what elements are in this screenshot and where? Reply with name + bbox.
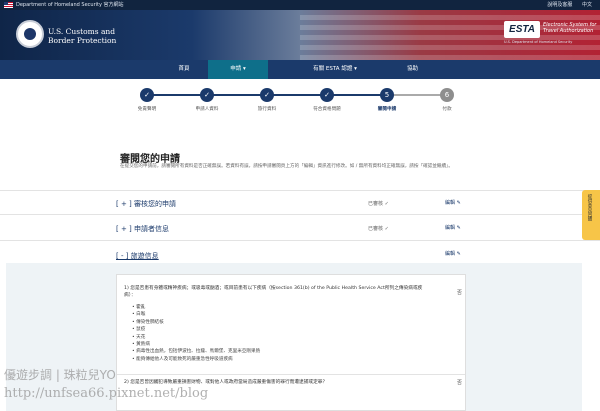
section-review-status: 已審核 ✓ — [368, 201, 389, 207]
step-6: 6 — [440, 88, 454, 102]
nav-home[interactable]: 首頁 — [160, 60, 208, 79]
step-2-label: 申請人資料 — [195, 107, 219, 112]
answer-1: 否 — [457, 290, 463, 296]
step-6-label: 付款 — [442, 107, 452, 112]
question-1: 1) 您是否患有身體或精神疾病；或吸毒或酗酒；或目前患有以下疾病（按sectio… — [124, 286, 423, 298]
main-nav: 首頁 申請 ▾ 有關 ESTA 認證 ▾ 協助 — [0, 60, 600, 79]
edit-travel-button[interactable]: 編輯 ✎ — [445, 250, 461, 257]
section-applicant-status: 已審核 ✓ — [368, 226, 389, 232]
divider — [0, 240, 600, 241]
agency-line2: Border Protection — [48, 36, 117, 45]
flag-stripes — [300, 10, 600, 60]
agency-line1: U.S. Customs and — [48, 27, 116, 36]
watermark-title: 優遊步調 | 珠粒兒YO — [4, 368, 116, 382]
top-links: 說明及客服 中文 — [539, 1, 592, 8]
step-5-label: 審閱申請 — [377, 107, 397, 112]
esta-logo[interactable]: ESTA — [504, 21, 540, 38]
dhs-seal-icon — [16, 20, 44, 48]
esta-sub-line2: Travel Authorization — [543, 28, 594, 34]
feedback-tab-label: 提供意見回饋 — [587, 194, 592, 221]
step-4: ✓ — [320, 88, 334, 102]
nav-apply[interactable]: 申請 ▾ — [208, 60, 268, 79]
nav-help[interactable]: 協助 — [390, 60, 435, 79]
progress-line-todo — [387, 94, 447, 96]
step-5: 5 — [380, 88, 394, 102]
gov-banner-text: Department of Homeland Security 官方網站 — [16, 2, 124, 8]
watermark-url: http://unfsea66.pixnet.net/blog — [4, 386, 209, 401]
feedback-tab[interactable]: 提供意見回饋 — [582, 190, 600, 240]
intro-text: 在提交您的申請前，請審閱所有資料是否正確無誤。若資料有誤，請按申請審閱頁上方的「… — [120, 164, 453, 169]
disease-list: 霍亂 白喉 傳染性肺結核 鼠疫 天花 黃熱病 病毒性出血熱，包括伊波拉、拉薩、馬… — [132, 304, 260, 363]
step-2: ✓ — [200, 88, 214, 102]
divider — [0, 190, 600, 191]
list-item: 霍亂 — [132, 304, 260, 311]
list-item: 天花 — [132, 334, 260, 341]
edit-applicant-button[interactable]: 編輯 ✎ — [445, 224, 461, 231]
us-flag-icon — [4, 2, 13, 8]
section-review-application[interactable]: [ + ] 審核您的申請 — [116, 199, 176, 209]
list-item: 病毒性出血熱，包括伊波拉、拉薩、馬爾堡、克里米亞剛果熱 — [132, 348, 260, 355]
list-item: 白喉 — [132, 311, 260, 318]
section-applicant-info[interactable]: [ + ] 申請者信息 — [116, 224, 169, 234]
language-link[interactable]: 中文 — [582, 2, 592, 8]
step-1: ✓ — [140, 88, 154, 102]
nav-about-esta[interactable]: 有關 ESTA 認證 ▾ — [285, 60, 385, 79]
step-3: ✓ — [260, 88, 274, 102]
question-2: 2) 您是否曾因觸犯導致嚴重損害財物、或對他人或政府當局造成嚴重傷害的罪行而遭逮… — [124, 380, 328, 385]
esta-subtitle: Electronic System for Travel Authorizati… — [543, 22, 596, 34]
step-3-label: 旅行資料 — [257, 107, 277, 112]
list-item: 鼠疫 — [132, 326, 260, 333]
list-item: 黃熱病 — [132, 341, 260, 348]
section-travel-info[interactable]: [ - ] 旅遊信息 — [116, 251, 159, 261]
help-link[interactable]: 說明及客服 — [547, 2, 572, 8]
gov-banner: Department of Homeland Security 官方網站 說明及… — [0, 0, 600, 10]
divider — [0, 214, 600, 215]
step-4-label: 符合資格問題 — [313, 107, 341, 112]
list-item: 傳染性肺結核 — [132, 319, 260, 326]
progress-tracker: ✓ ✓ ✓ ✓ 5 6 免責聲明 申請人資料 旅行資料 符合資格問題 審閱申請 … — [0, 79, 600, 119]
esta-dhs-text: U.S. Department of Homeland Security — [504, 40, 573, 44]
step-1-label: 免責聲明 — [137, 107, 157, 112]
list-item: 能夠傳給他人及可能致死的嚴重急性呼吸道疾病 — [132, 356, 260, 363]
agency-name: U.S. Customs and Border Protection — [48, 27, 116, 45]
answer-2: 否 — [457, 380, 463, 386]
edit-review-button[interactable]: 編輯 ✎ — [445, 199, 461, 206]
card-divider — [117, 374, 465, 375]
